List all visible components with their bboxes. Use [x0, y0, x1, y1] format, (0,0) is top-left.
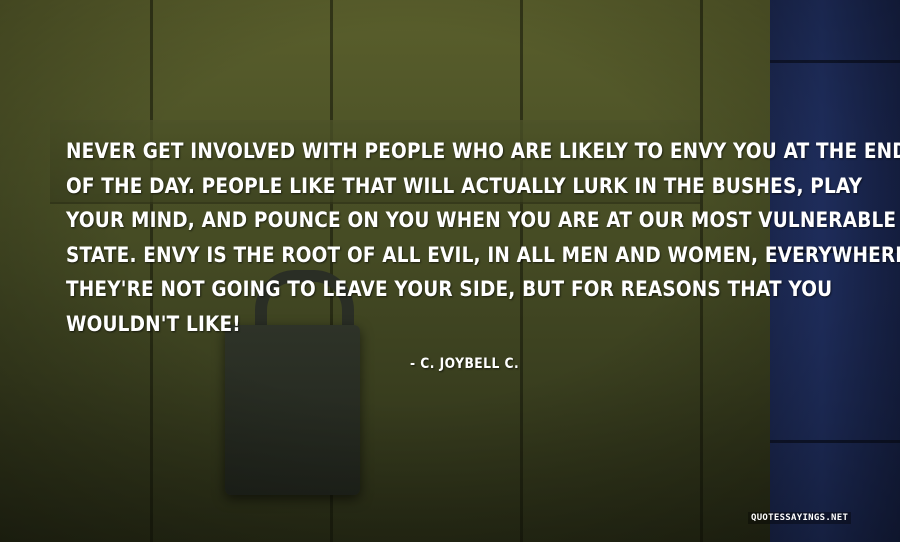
quote-image: NEVER GET INVOLVED WITH PEOPLE WHO ARE L…	[0, 0, 900, 542]
site-watermark: QUOTESSAYINGS.NET	[748, 512, 852, 524]
quote-line: THEY'RE NOT GOING TO LEAVE YOUR SIDE, BU…	[66, 277, 833, 302]
quote-line: YOUR MIND, AND POUNCE ON YOU WHEN YOU AR…	[66, 208, 897, 233]
quote-text: NEVER GET INVOLVED WITH PEOPLE WHO ARE L…	[66, 135, 900, 342]
quote-line: OF THE DAY. PEOPLE LIKE THAT WILL ACTUAL…	[66, 173, 863, 199]
quote-line: WOULDN'T LIKE!	[66, 311, 241, 337]
quote-line: NEVER GET INVOLVED WITH PEOPLE WHO ARE L…	[66, 139, 900, 164]
quote-line: STATE. ENVY IS THE ROOT OF ALL EVIL, IN …	[66, 242, 900, 268]
quote-author: - C. JOYBELL C.	[410, 356, 520, 372]
